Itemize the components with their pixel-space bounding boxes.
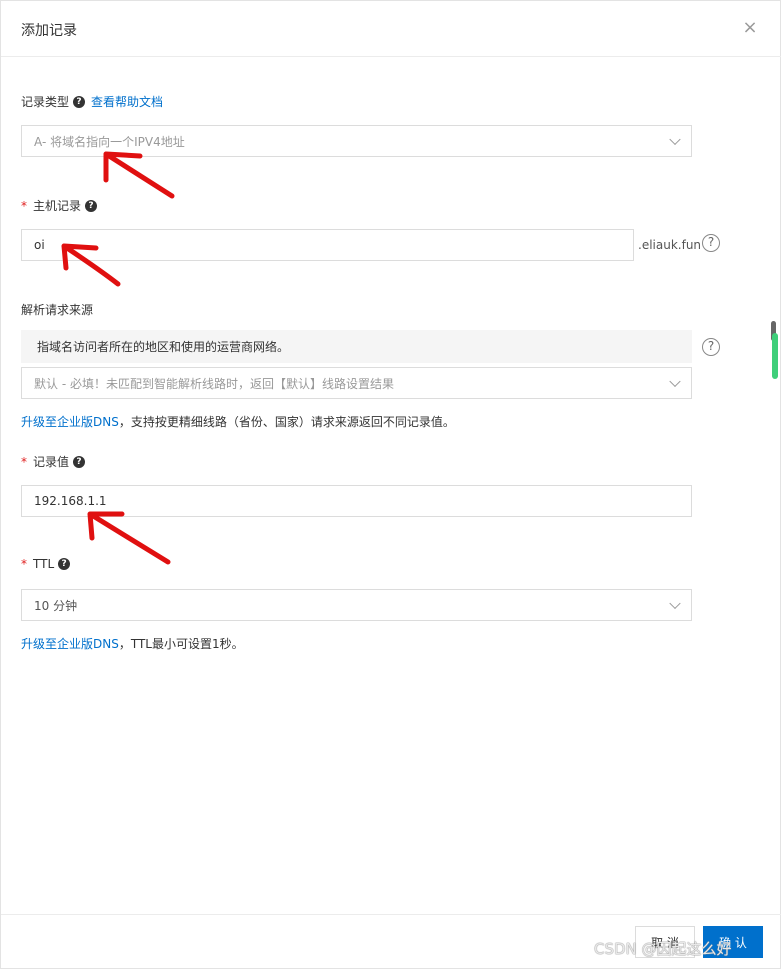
record-type-label: 记录类型 [21, 95, 70, 109]
host-record-label-row: * 主机记录 ? [21, 197, 98, 214]
add-record-dialog: 添加记录 × 记录类型 ? 查看帮助文档 A- 将域名指向一个IPV4地址 * … [0, 0, 781, 969]
resolve-source-notice: 指域名访问者所在的地区和使用的运营商网络。 [21, 330, 692, 363]
dialog-header: 添加记录 × [1, 1, 781, 57]
resolve-upgrade-line: 升级至企业版DNS，支持按更精细线路（省份、国家）请求来源返回不同记录值。 [21, 413, 455, 430]
host-record-label: 主机记录 [33, 199, 82, 213]
record-type-label-row: 记录类型 ? 查看帮助文档 [21, 93, 163, 110]
close-icon[interactable]: × [742, 19, 758, 37]
record-value-label: 记录值 [33, 455, 70, 469]
resolve-source-select[interactable]: 默认 - 必填！未匹配到智能解析线路时，返回【默认】线路设置结果 [21, 367, 692, 399]
chevron-down-icon [669, 133, 681, 146]
scroll-indicator[interactable] [772, 333, 778, 379]
record-value-input[interactable]: 192.168.1.1 [21, 485, 692, 517]
chevron-down-icon [669, 597, 681, 610]
help-doc-link[interactable]: 查看帮助文档 [91, 93, 163, 110]
resolve-source-label-row: 解析请求来源 [21, 301, 93, 318]
dialog-title: 添加记录 [21, 23, 77, 39]
upgrade-dns-link[interactable]: 升级至企业版DNS [21, 415, 119, 429]
required-mark: * [21, 454, 27, 469]
ttl-upgrade-description: ，TTL最小可设置1秒。 [118, 637, 244, 651]
chevron-down-icon [669, 375, 681, 388]
ttl-value: 10 分钟 [34, 598, 78, 613]
question-circle-icon[interactable]: ? [702, 234, 720, 252]
host-record-value: oi [34, 238, 45, 252]
upgrade-dns-link[interactable]: 升级至企业版DNS [21, 637, 119, 651]
ttl-upgrade-line: 升级至企业版DNS，TTL最小可设置1秒。 [21, 635, 244, 652]
question-icon[interactable]: ? [58, 558, 71, 570]
ttl-label-row: * TTL ? [21, 557, 71, 571]
ttl-select[interactable]: 10 分钟 [21, 589, 692, 621]
host-record-input[interactable]: oi [21, 229, 634, 261]
upgrade-description: ，支持按更精细线路（省份、国家）请求来源返回不同记录值。 [118, 415, 455, 429]
resolve-source-value: 默认 - 必填！未匹配到智能解析线路时，返回【默认】线路设置结果 [34, 376, 394, 391]
required-mark: * [21, 557, 27, 571]
csdn-watermark: CSDN @因起这么好 [594, 940, 732, 958]
resolve-source-notice-text: 指域名访问者所在的地区和使用的运营商网络。 [37, 340, 290, 354]
domain-suffix: .eliauk.fun [638, 238, 702, 252]
resolve-source-label: 解析请求来源 [21, 303, 94, 317]
required-mark: * [21, 198, 27, 213]
record-type-select[interactable]: A- 将域名指向一个IPV4地址 [21, 125, 692, 157]
question-circle-icon[interactable]: ? [702, 338, 720, 356]
record-value-text: 192.168.1.1 [34, 494, 107, 508]
question-icon[interactable]: ? [73, 95, 86, 108]
record-value-label-row: * 记录值 ? [21, 453, 86, 470]
question-icon[interactable]: ? [85, 199, 98, 212]
question-icon[interactable]: ? [73, 455, 86, 468]
ttl-label: TTL [33, 557, 55, 571]
record-type-value: A- 将域名指向一个IPV4地址 [34, 134, 185, 149]
